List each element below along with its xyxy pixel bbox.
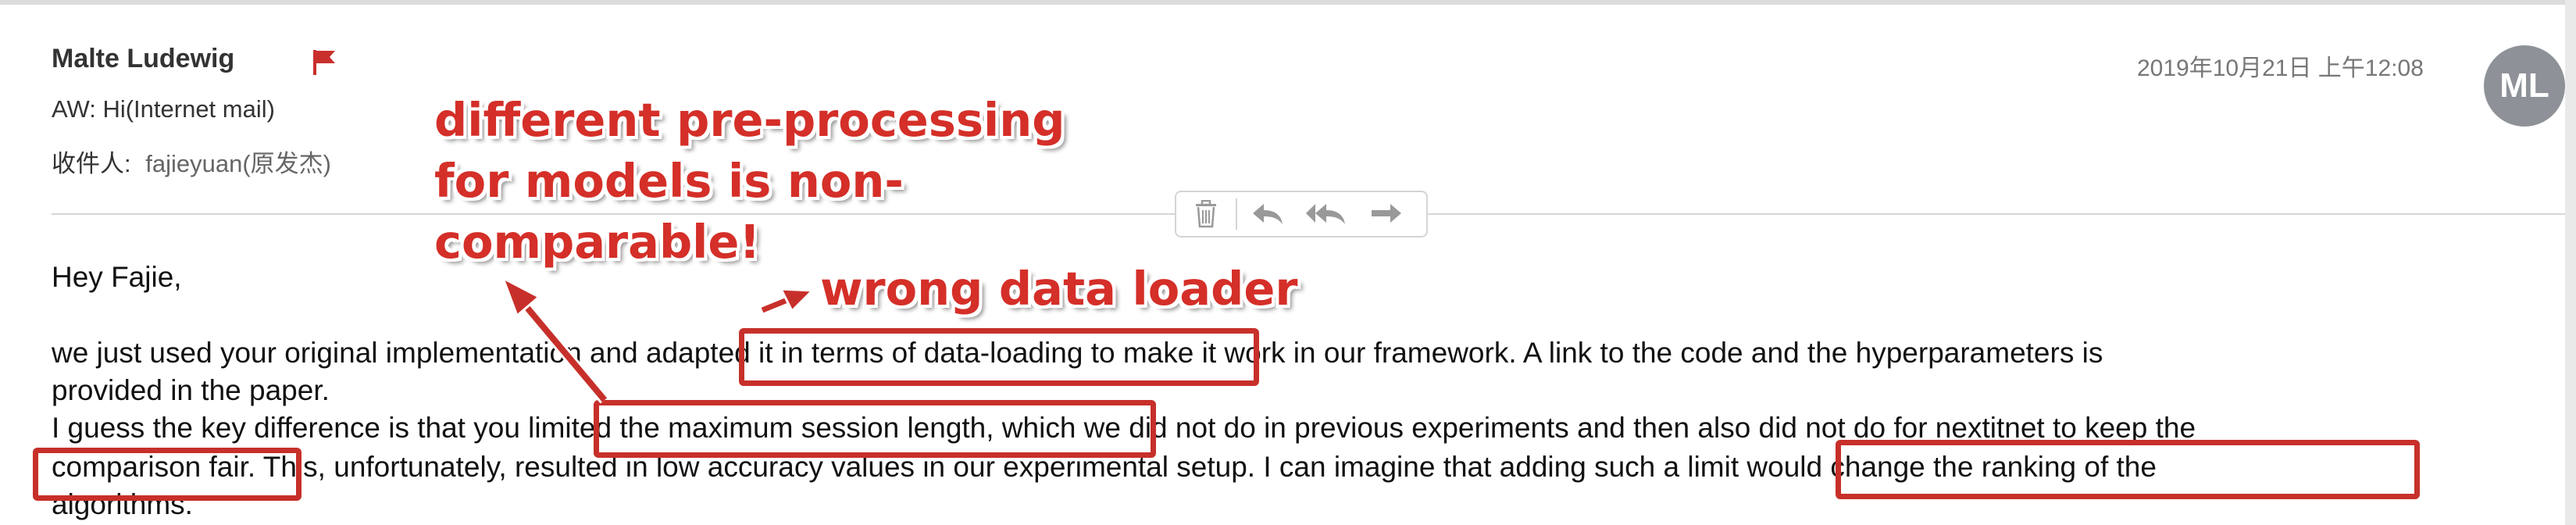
annotation-note-1-line-1: different pre-processing [434, 93, 1065, 147]
annotation-note-1-line-2: for models is non- [434, 154, 904, 208]
annotation-note-1-line-3: comparable! [434, 215, 761, 269]
annotation-note-2: wrong data loader [820, 262, 1298, 316]
